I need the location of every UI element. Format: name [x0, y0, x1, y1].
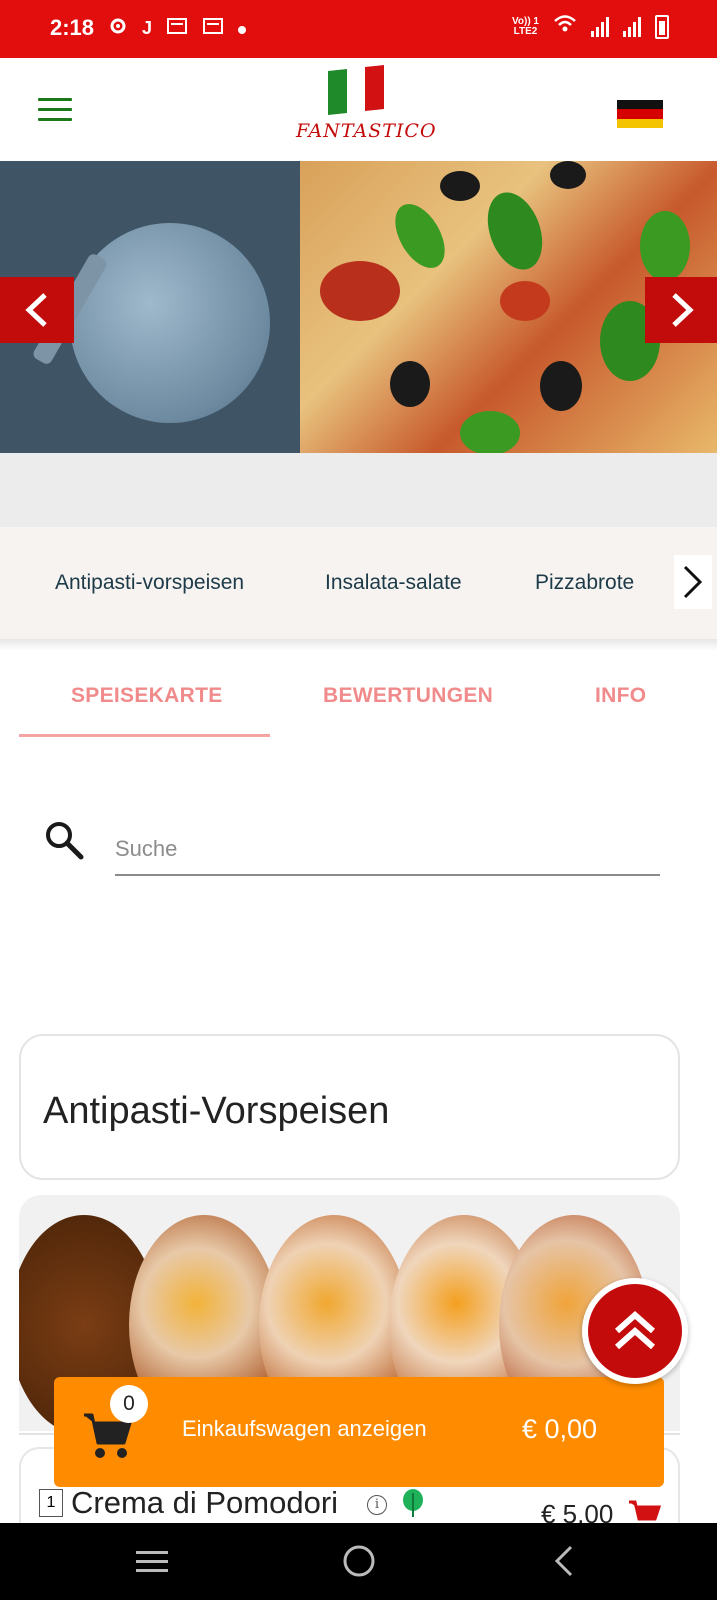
system-icons: Vo)) 1 LTE2 — [512, 14, 669, 39]
tab-info[interactable]: INFO — [595, 684, 646, 708]
logo-text: FANTASTICO — [296, 120, 437, 142]
section-header-card: Antipasti-Vorspeisen — [19, 1034, 680, 1180]
volte-icon: Vo)) 1 LTE2 — [511, 15, 539, 37]
signal-icon — [623, 16, 641, 37]
double-chevron-up-icon — [615, 1310, 655, 1350]
carousel-next-button[interactable] — [645, 277, 717, 343]
item-number: 1 — [39, 1489, 63, 1517]
back-button[interactable] — [545, 1541, 585, 1581]
scroll-to-top-button[interactable] — [582, 1278, 688, 1384]
category-pizzabrote[interactable]: Pizzabrote — [535, 571, 634, 595]
cart-count-badge: 0 — [110, 1385, 148, 1423]
back-chevron-icon — [554, 1545, 573, 1577]
settings-gear-icon — [108, 16, 128, 41]
pizza-cutter-icon — [70, 223, 270, 423]
info-icon[interactable]: i — [367, 1495, 387, 1515]
category-insalata[interactable]: Insalata-salate — [325, 571, 462, 595]
item-name: Crema di Pomodori — [71, 1485, 339, 1520]
vegetarian-leaf-icon — [401, 1489, 425, 1519]
news-icon — [166, 17, 188, 40]
restaurant-logo[interactable]: FANTASTICO — [296, 64, 436, 150]
dot-icon — [238, 18, 247, 39]
tab-speisekarte[interactable]: SPEISEKARTE — [71, 684, 223, 708]
germany-flag-language-button[interactable] — [617, 100, 663, 128]
recent-apps-icon — [136, 1551, 168, 1572]
search-icon — [44, 820, 84, 860]
news-icon — [202, 17, 224, 40]
active-tab-indicator — [19, 734, 270, 737]
hamburger-menu-button[interactable] — [38, 98, 72, 122]
category-nav: Antipasti-vorspeisen Insalata-salate Piz… — [0, 527, 717, 639]
hero-spacer — [0, 453, 717, 527]
tab-bewertungen[interactable]: BEWERTUNGEN — [323, 684, 493, 708]
notification-icons: J — [108, 16, 247, 41]
wifi-icon — [553, 14, 577, 39]
j-app-icon: J — [142, 18, 153, 38]
hero-carousel — [0, 161, 717, 453]
category-next-button[interactable] — [674, 555, 712, 609]
category-antipasti[interactable]: Antipasti-vorspeisen — [55, 571, 244, 595]
home-circle-icon — [343, 1545, 375, 1577]
chevron-right-icon — [672, 293, 694, 327]
app-header: FANTASTICO — [0, 58, 717, 161]
carousel-prev-button[interactable] — [0, 277, 74, 343]
italy-flag-icon — [328, 65, 385, 115]
view-cart-button[interactable]: 0 Einkaufswagen anzeigen € 0,00 — [54, 1377, 664, 1487]
system-nav-bar — [0, 1523, 717, 1600]
signal-icon — [591, 16, 609, 37]
chevron-left-icon — [25, 293, 47, 327]
battery-charging-icon — [655, 14, 669, 39]
status-time: 2:18 — [50, 15, 95, 40]
status-bar: 2:18 J Vo)) 1 LTE2 — [0, 0, 717, 58]
recent-apps-button[interactable] — [132, 1541, 172, 1581]
cart-total: € 0,00 — [522, 1414, 598, 1444]
search-input[interactable] — [115, 820, 660, 876]
chevron-right-icon — [683, 565, 703, 599]
cart-label: Einkaufswagen anzeigen — [182, 1416, 427, 1441]
home-button[interactable] — [339, 1541, 379, 1581]
section-title: Antipasti-Vorspeisen — [43, 1090, 390, 1132]
